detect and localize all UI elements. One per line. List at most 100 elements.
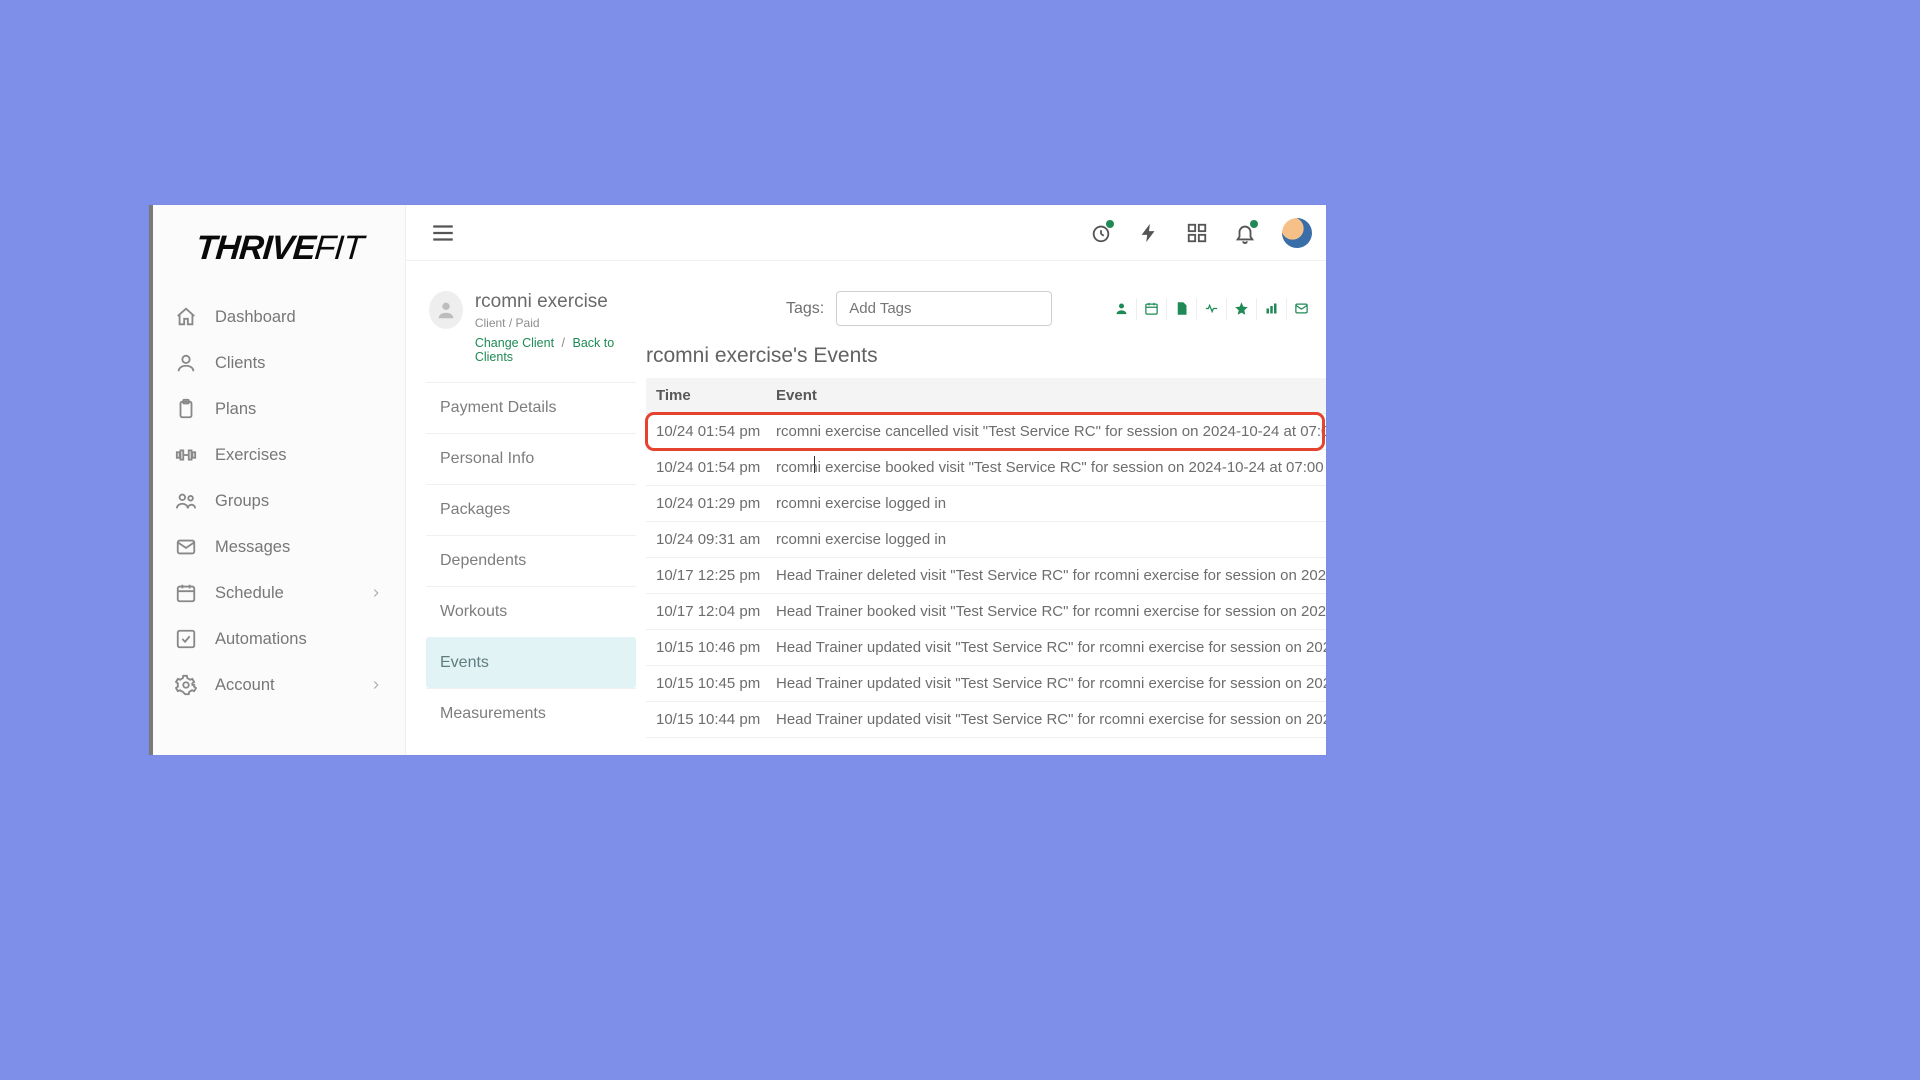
- client-header: rcomni exercise Client / Paid Change Cli…: [426, 291, 636, 364]
- menu-toggle-icon[interactable]: [430, 220, 456, 246]
- cell-event: Head Trainer deleted visit "Test Service…: [766, 558, 1326, 594]
- dumbbell-icon: [175, 444, 197, 466]
- cell-event: Head Trainer booked visit "Test Service …: [766, 594, 1326, 630]
- tags-input[interactable]: [836, 291, 1052, 326]
- action-icons: [1106, 298, 1316, 320]
- cell-time: 10/24 01:54 pm: [646, 414, 766, 450]
- mail-action-icon[interactable]: [1286, 298, 1316, 320]
- cell-time: 10/15 10:46 pm: [646, 630, 766, 666]
- bolt-icon[interactable]: [1138, 222, 1160, 244]
- subnav-item-dependents[interactable]: Dependents: [426, 535, 636, 586]
- person-action-icon[interactable]: [1106, 298, 1136, 320]
- col-time: Time: [646, 378, 766, 414]
- cell-event: rcomni exercise booked visit "Test Servi…: [766, 450, 1326, 486]
- cell-event: rcomni exercise logged in: [766, 522, 1326, 558]
- sidebar-item-messages[interactable]: Messages: [153, 524, 405, 570]
- sidebar-item-schedule[interactable]: Schedule: [153, 570, 405, 616]
- sidebar-item-account[interactable]: Account: [153, 662, 405, 708]
- chevron-right-icon: [369, 678, 383, 692]
- apps-grid-icon[interactable]: [1186, 222, 1208, 244]
- topbar-actions: [1090, 218, 1312, 248]
- client-avatar-icon: [429, 291, 463, 329]
- subnav-item-events[interactable]: Events: [426, 637, 636, 688]
- client-name: rcomni exercise: [475, 291, 636, 313]
- text-cursor: [814, 456, 815, 473]
- sidebar-item-label: Schedule: [215, 584, 284, 603]
- cell-event: rcomni exercise cancelled visit "Test Se…: [766, 414, 1326, 450]
- doc-action-icon[interactable]: [1166, 298, 1196, 320]
- cell-time: 10/24 01:29 pm: [646, 486, 766, 522]
- tags-wrap: Tags:: [786, 291, 1052, 326]
- table-row: 10/15 10:45 pmHead Trainer updated visit…: [646, 666, 1326, 702]
- client-links: Change Client / Back to Clients: [475, 336, 636, 364]
- subnav-item-workouts[interactable]: Workouts: [426, 586, 636, 637]
- cell-time: 10/15 10:45 pm: [646, 666, 766, 702]
- table-row: 10/15 10:46 pmHead Trainer updated visit…: [646, 630, 1326, 666]
- star-action-icon[interactable]: [1226, 298, 1256, 320]
- col-event: Event: [766, 378, 1326, 414]
- avatar[interactable]: [1282, 218, 1312, 248]
- sidebar-item-groups[interactable]: Groups: [153, 478, 405, 524]
- cell-event: Head Trainer updated visit "Test Service…: [766, 702, 1326, 738]
- table-row: 10/24 01:29 pmrcomni exercise logged in: [646, 486, 1326, 522]
- sidebar-nav: Dashboard Clients Plans Exercises Groups Mess…: [153, 288, 405, 714]
- sidebar-item-label: Automations: [215, 630, 307, 649]
- groups-icon: [175, 490, 197, 512]
- cell-time: 10/24 09:31 am: [646, 522, 766, 558]
- tags-label: Tags:: [786, 300, 824, 318]
- events-table: Time Event 10/24 01:54 pmrcomni exercise…: [646, 378, 1326, 738]
- sidebar-item-automations[interactable]: Automations: [153, 616, 405, 662]
- bell-icon[interactable]: [1234, 222, 1256, 244]
- brand-logo: THRIVEFIT: [153, 205, 405, 288]
- cell-event: rcomni exercise logged in: [766, 486, 1326, 522]
- check-square-icon: [175, 628, 197, 650]
- topbar: [406, 205, 1326, 261]
- sidebar-item-label: Plans: [215, 400, 256, 419]
- events-title: rcomni exercise's Events: [646, 344, 1326, 368]
- panel-header: Tags:: [646, 291, 1326, 326]
- cell-time: 10/15 10:44 pm: [646, 702, 766, 738]
- sidebar-item-clients[interactable]: Clients: [153, 340, 405, 386]
- content: rcomni exercise Client / Paid Change Cli…: [406, 261, 1326, 755]
- client-panel: rcomni exercise Client / Paid Change Cli…: [426, 291, 636, 755]
- table-row: 10/17 12:25 pmHead Trainer deleted visit…: [646, 558, 1326, 594]
- subnav-item-measurements[interactable]: Measurements: [426, 688, 636, 739]
- cell-event: Head Trainer updated visit "Test Service…: [766, 666, 1326, 702]
- sidebar-item-exercises[interactable]: Exercises: [153, 432, 405, 478]
- mail-icon: [175, 536, 197, 558]
- sidebar-item-label: Clients: [215, 354, 265, 373]
- sidebar-item-label: Dashboard: [215, 308, 296, 327]
- change-client-link[interactable]: Change Client: [475, 336, 554, 350]
- calendar-icon: [175, 582, 197, 604]
- subnav-item-packages[interactable]: Packages: [426, 484, 636, 535]
- user-icon: [175, 352, 197, 374]
- clipboard-icon: [175, 398, 197, 420]
- sidebar-item-label: Exercises: [215, 446, 287, 465]
- sidebar-item-label: Groups: [215, 492, 269, 511]
- client-subnav: Payment DetailsPersonal InfoPackagesDepe…: [426, 382, 636, 739]
- client-status: Client / Paid: [475, 316, 636, 330]
- status-dot: [1250, 220, 1258, 228]
- sidebar-item-dashboard[interactable]: Dashboard: [153, 294, 405, 340]
- app-window: THRIVEFIT Dashboard Clients Plans Exercises…: [149, 205, 1326, 755]
- chart-action-icon[interactable]: [1256, 298, 1286, 320]
- cell-time: 10/24 01:54 pm: [646, 450, 766, 486]
- subnav-item-personal-info[interactable]: Personal Info: [426, 433, 636, 484]
- calendar-action-icon[interactable]: [1136, 298, 1166, 320]
- table-row: 10/15 10:44 pmHead Trainer updated visit…: [646, 702, 1326, 738]
- cell-event: Head Trainer updated visit "Test Service…: [766, 630, 1326, 666]
- events-panel: Tags: rcomni exercise's Events Time Even…: [646, 291, 1326, 755]
- timer-icon[interactable]: [1090, 222, 1112, 244]
- table-row: 10/24 01:54 pmrcomni exercise booked vis…: [646, 450, 1326, 486]
- sidebar-item-plans[interactable]: Plans: [153, 386, 405, 432]
- sidebar-item-label: Account: [215, 676, 275, 695]
- chevron-right-icon: [369, 586, 383, 600]
- heart-action-icon[interactable]: [1196, 298, 1226, 320]
- subnav-item-payment-details[interactable]: Payment Details: [426, 382, 636, 433]
- main-area: rcomni exercise Client / Paid Change Cli…: [406, 205, 1326, 755]
- sidebar-item-label: Messages: [215, 538, 290, 557]
- table-row: 10/24 09:31 amrcomni exercise logged in: [646, 522, 1326, 558]
- cell-time: 10/17 12:25 pm: [646, 558, 766, 594]
- table-row: 10/24 01:54 pmrcomni exercise cancelled …: [646, 414, 1326, 450]
- sidebar: THRIVEFIT Dashboard Clients Plans Exercises…: [153, 205, 406, 755]
